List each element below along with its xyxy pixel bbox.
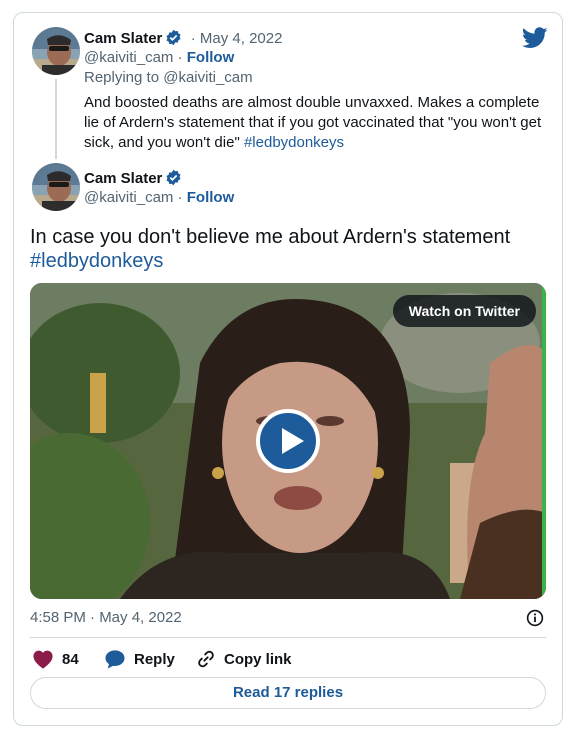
reply-button[interactable]: Reply: [104, 649, 175, 669]
read-replies-button[interactable]: Read 17 replies: [30, 677, 546, 709]
video-player[interactable]: Watch on Twitter: [30, 283, 546, 599]
link-icon: [198, 650, 214, 668]
separator-dot: ·: [186, 30, 200, 47]
twitter-bird-icon[interactable]: [522, 27, 548, 49]
heart-icon: [33, 650, 53, 669]
author-handle-row: @kaiviti_cam · Follow: [84, 49, 235, 66]
replying-to-label[interactable]: Replying to @kaiviti_cam: [84, 69, 253, 86]
reply-label: Reply: [134, 650, 175, 668]
tweet-date[interactable]: May 4, 2022: [200, 30, 283, 47]
follow-link[interactable]: Follow: [187, 189, 235, 206]
author-handle[interactable]: @kaiviti_cam: [84, 189, 173, 206]
main-tweet-text: In case you don't believe me about Arder…: [30, 226, 511, 272]
embedded-tweet-card: Cam Slater · May 4, 2022 @kaiviti_cam · …: [13, 12, 563, 726]
play-icon[interactable]: [256, 409, 320, 473]
reply-tweet-text: And boosted deaths are almost double unv…: [84, 94, 542, 151]
copy-link-label: Copy link: [224, 650, 292, 668]
author-name[interactable]: Cam Slater · May 4, 2022: [84, 29, 282, 47]
divider: [30, 637, 546, 638]
author-avatar[interactable]: [32, 27, 80, 75]
info-icon[interactable]: [526, 609, 544, 627]
hashtag-link[interactable]: #ledbydonkeys: [30, 250, 163, 272]
like-button[interactable]: 84: [32, 649, 79, 669]
author-avatar[interactable]: [32, 163, 80, 211]
copy-link-button[interactable]: Copy link: [196, 649, 292, 669]
author-handle[interactable]: @kaiviti_cam: [84, 49, 173, 66]
thread-connector-line: [55, 79, 57, 159]
hashtag-link[interactable]: #ledbydonkeys: [244, 134, 344, 151]
verified-badge-icon: [166, 169, 181, 186]
follow-link[interactable]: Follow: [187, 49, 235, 66]
watch-on-twitter-button[interactable]: Watch on Twitter: [392, 295, 536, 327]
author-name[interactable]: Cam Slater: [84, 169, 182, 187]
reply-bubble-icon: [105, 650, 125, 669]
author-handle-row: @kaiviti_cam · Follow: [84, 189, 235, 206]
like-count: 84: [62, 650, 79, 668]
verified-badge-icon: [166, 29, 181, 46]
tweet-timestamp[interactable]: 4:58 PM · May 4, 2022: [30, 609, 182, 626]
